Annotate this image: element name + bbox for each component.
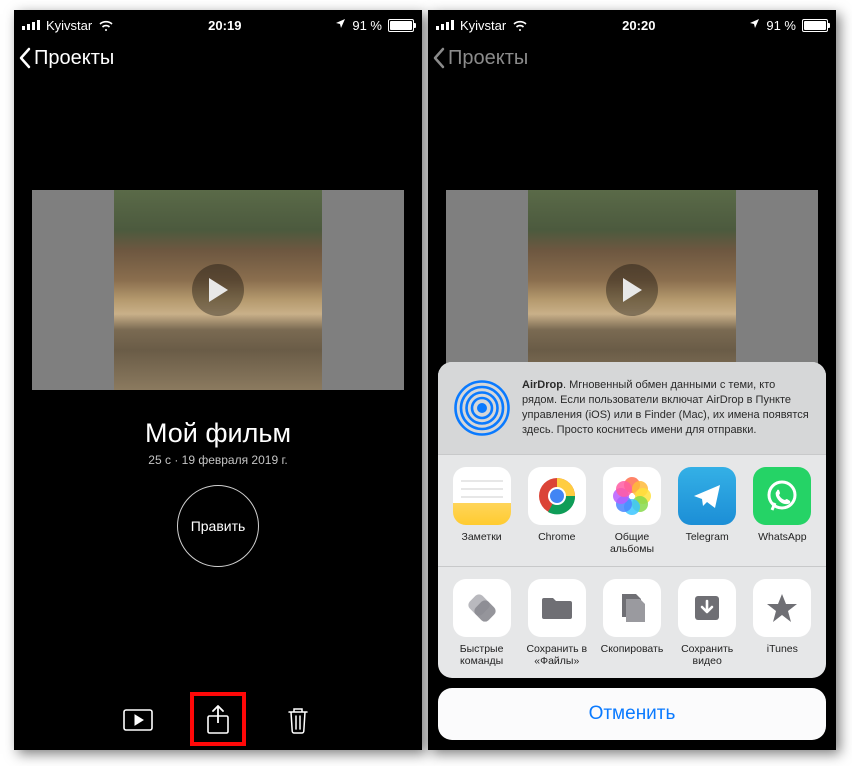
download-icon — [678, 579, 736, 637]
screenshot-left: Kyivstar 20:19 91 % Проекты — [14, 10, 422, 750]
copy-icon — [603, 579, 661, 637]
share-apps-row: Заметки Chrome — [438, 455, 826, 567]
project-meta: 25 с · 19 февраля 2019 г. — [14, 453, 422, 467]
back-label: Проекты — [34, 47, 114, 70]
action-save-video[interactable]: Сохранить видео — [672, 579, 742, 668]
share-actions-row: Быстрые команды Сохранить в «Файлы» Скоп… — [438, 567, 826, 678]
clock: 20:20 — [528, 18, 749, 33]
share-app-shared-albums[interactable]: Общие альбомы — [597, 467, 667, 556]
share-sheet: AirDrop. Мгновенный обмен данными с теми… — [428, 210, 836, 750]
edit-button[interactable]: Править — [177, 485, 259, 567]
share-app-notes[interactable]: Заметки — [447, 467, 517, 556]
play-button[interactable] — [118, 700, 158, 740]
share-app-chrome[interactable]: Chrome — [522, 467, 592, 556]
status-bar: Kyivstar 20:20 91 % — [428, 10, 836, 36]
airdrop-icon — [454, 380, 510, 436]
chrome-icon — [528, 467, 586, 525]
airdrop-text: AirDrop. Мгновенный обмен данными с теми… — [522, 378, 810, 437]
share-app-whatsapp[interactable]: WhatsApp — [747, 467, 817, 556]
chevron-left-icon — [18, 46, 32, 70]
telegram-icon — [678, 467, 736, 525]
back-button[interactable]: Проекты — [14, 36, 422, 80]
highlight-annotation — [190, 692, 246, 746]
folder-icon — [528, 579, 586, 637]
status-bar: Kyivstar 20:19 91 % — [14, 10, 422, 36]
action-copy[interactable]: Скопировать — [597, 579, 667, 668]
battery-icon — [388, 19, 414, 32]
back-label: Проекты — [448, 47, 528, 70]
clock: 20:19 — [114, 18, 335, 33]
carrier-label: Kyivstar — [460, 18, 506, 33]
battery-percent: 91 % — [766, 18, 796, 33]
action-save-to-files[interactable]: Сохранить в «Файлы» — [522, 579, 592, 668]
notes-icon — [453, 467, 511, 525]
chevron-left-icon — [432, 46, 446, 70]
play-icon — [192, 264, 244, 316]
photos-icon — [603, 467, 661, 525]
signal-icon — [22, 20, 40, 30]
back-button: Проекты — [428, 36, 836, 80]
whatsapp-icon — [753, 467, 811, 525]
battery-icon — [802, 19, 828, 32]
delete-button[interactable] — [278, 700, 318, 740]
carrier-label: Kyivstar — [46, 18, 92, 33]
star-icon — [753, 579, 811, 637]
project-title: Мой фильм — [14, 418, 422, 449]
share-app-telegram[interactable]: Telegram — [672, 467, 742, 556]
airdrop-section[interactable]: AirDrop. Мгновенный обмен данными с теми… — [438, 362, 826, 454]
screenshot-right: Kyivstar 20:20 91 % Проекты — [428, 10, 836, 750]
wifi-icon — [512, 19, 528, 31]
location-icon — [749, 18, 760, 32]
action-itunes[interactable]: iTunes — [747, 579, 817, 668]
cancel-button[interactable]: Отменить — [438, 688, 826, 740]
action-shortcuts[interactable]: Быстрые команды — [447, 579, 517, 668]
wifi-icon — [98, 19, 114, 31]
signal-icon — [436, 20, 454, 30]
toolbar — [14, 700, 422, 740]
video-preview[interactable] — [32, 190, 404, 390]
shortcuts-icon — [453, 579, 511, 637]
location-icon — [335, 18, 346, 32]
battery-percent: 91 % — [352, 18, 382, 33]
